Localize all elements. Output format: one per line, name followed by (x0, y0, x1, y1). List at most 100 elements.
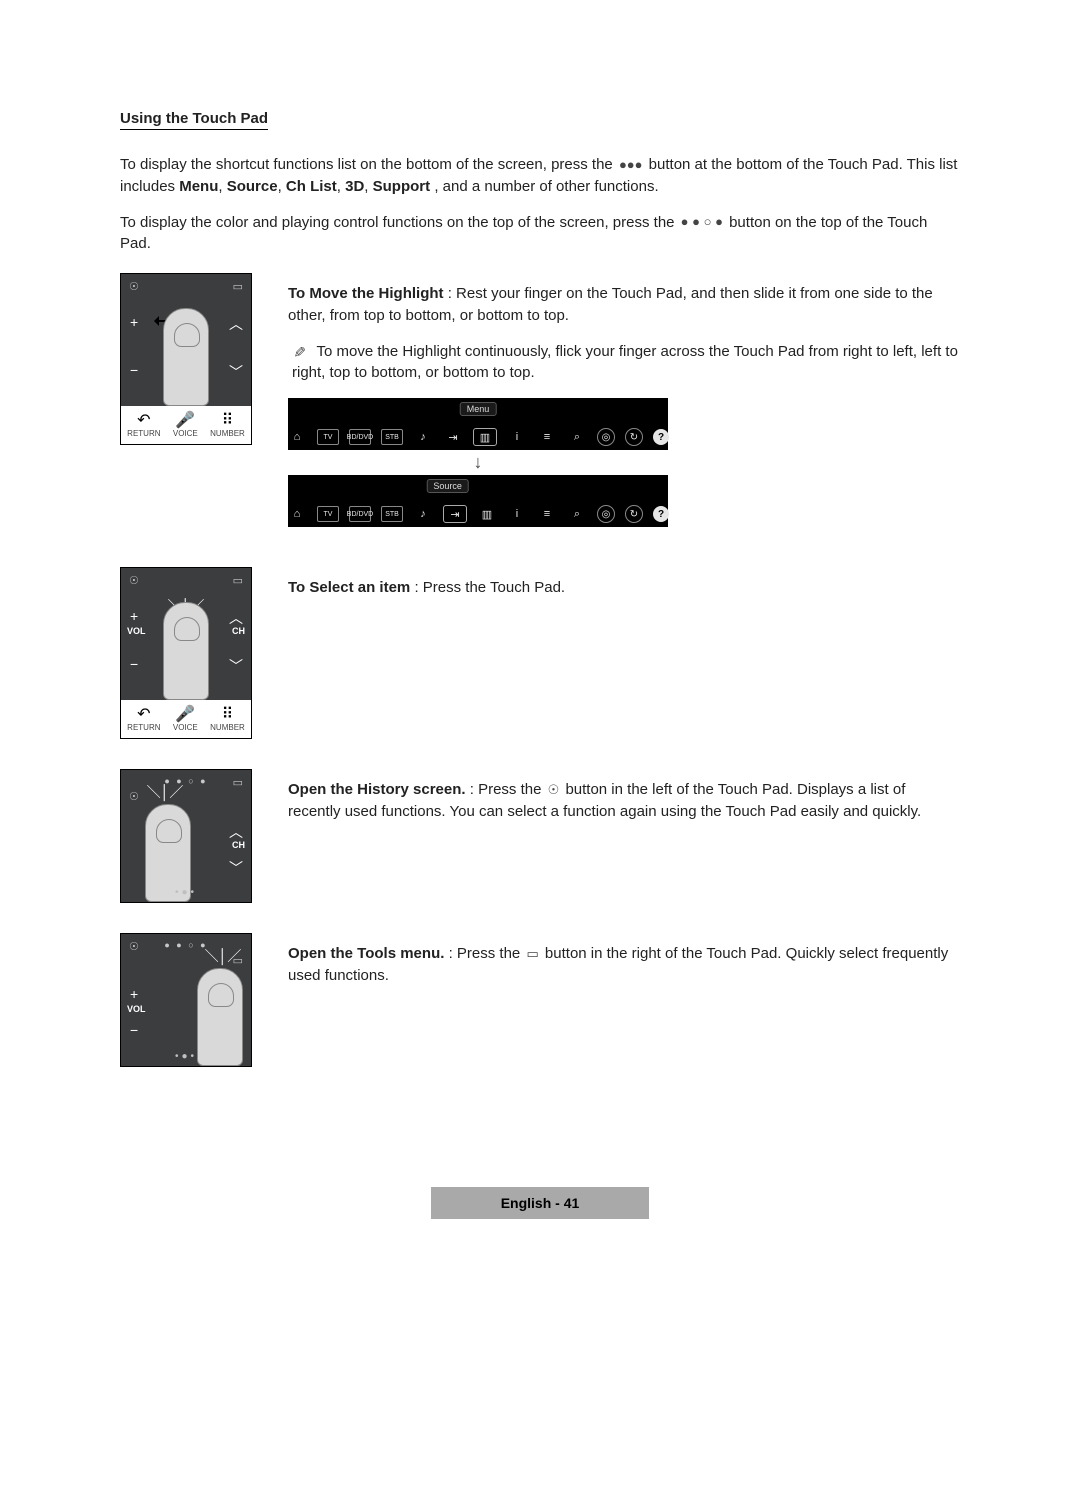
locate-icon: ◎ (597, 505, 615, 523)
source-icon: ⇥ (443, 430, 463, 444)
touchpad-illustration-history: ● ● ○ ● ☉ ▭ ︿ CH ﹀ ＼│／ •●• (120, 769, 252, 903)
chevron-down-icon: ﹀ (229, 656, 243, 676)
tools-button-icon: ▭ (524, 945, 540, 964)
number-icon: ⠿ (210, 707, 245, 723)
intro-paragraph-1: To display the shortcut functions list o… (120, 154, 960, 198)
source-icon-selected: ⇥ (443, 505, 467, 523)
section-heading: Using the Touch Pad (120, 110, 268, 130)
chlist-icon: ≡ (537, 507, 557, 521)
bddvd-icon: BD/DVD (349, 429, 371, 445)
touchpad-illustration-select: ☉ ▭ + − ︿ ﹀ VOL CH ＼│／ ↶RETURN 🎤VOICE ⠿N… (120, 567, 252, 739)
shortcut-bar-menu: Menu ⌂ TV BD/DVD STB ♪ ⇥ ▥ i ≡ ⌕ ◎ ↻ (288, 398, 668, 527)
note-icon (292, 343, 313, 360)
toolbar-label-source: Source (426, 479, 469, 493)
plus-icon: + (130, 608, 138, 624)
minus-icon: − (130, 656, 138, 672)
locate-icon: ◎ (597, 428, 615, 446)
return-text: RETURN (127, 429, 160, 438)
smarthub-icon: ⌂ (287, 507, 307, 521)
voice-icon: 🎤 (173, 413, 198, 429)
ch-label: CH (232, 626, 245, 636)
chlist-icon: ≡ (537, 430, 557, 444)
number-button: ⠿NUMBER (210, 413, 245, 438)
three-d-label: 3D (345, 178, 364, 195)
tv-icon: TV (317, 506, 339, 522)
history-icon: ☉ (129, 940, 139, 953)
stb-icon: STB (381, 506, 403, 522)
info-icon: i (507, 430, 527, 444)
finger-icon (197, 968, 243, 1066)
menu-label: Menu (179, 178, 218, 195)
tv-icon: TV (317, 429, 339, 445)
chevron-down-icon: ﹀ (229, 362, 243, 382)
tools-icon: ▭ (233, 776, 243, 789)
help-icon: ? (653, 429, 669, 445)
vol-label: VOL (127, 1004, 146, 1014)
refresh-icon: ↻ (625, 505, 643, 523)
top-dots-icon: ● ● ○ ● (164, 940, 207, 950)
number-text: NUMBER (210, 429, 245, 438)
history-title: Open the History screen. (288, 781, 466, 798)
touchpad-illustration-tools: ● ● ○ ● ☉ ▭ + VOL − ＼│／ •●• (120, 933, 252, 1067)
chlist-label: Ch List (286, 178, 337, 195)
plus-icon: + (130, 314, 138, 330)
select-item-title: To Select an item (288, 579, 410, 596)
voice-icon: 🎤 (173, 707, 198, 723)
arrow-down-icon: ↓ (288, 450, 668, 475)
voice-button: 🎤VOICE (173, 707, 198, 732)
info-icon: i (507, 507, 527, 521)
finger-icon (163, 602, 209, 700)
number-icon: ⠿ (210, 413, 245, 429)
minus-icon: − (130, 362, 138, 378)
voice-text: VOICE (173, 429, 198, 438)
color-control-button-icon: ● ● ○ ● (679, 213, 725, 232)
search-icon: ⌕ (567, 430, 587, 444)
move-highlight-paragraph: To Move the Highlight : Rest your finger… (288, 283, 960, 327)
smarthub-icon: ⌂ (287, 430, 307, 444)
chevron-up-icon: ︿ (229, 822, 243, 842)
number-button: ⠿NUMBER (210, 707, 245, 732)
voice-button: 🎤VOICE (173, 413, 198, 438)
voice-text: VOICE (173, 723, 198, 732)
chevron-up-icon: ︿ (229, 314, 243, 334)
tools-paragraph: Open the Tools menu. : Press the ▭ butto… (288, 943, 960, 987)
return-text: RETURN (127, 723, 160, 732)
bottom-dots-icon: •●• (175, 887, 197, 898)
history-icon: ☉ (129, 790, 139, 803)
return-button: ↶RETURN (127, 707, 160, 732)
support-label: Support (373, 178, 431, 195)
bddvd-icon: BD/DVD (349, 506, 371, 522)
chevron-up-icon: ︿ (229, 608, 243, 628)
menu-icon-selected: ▥ (473, 428, 497, 446)
menu-icon: ▥ (477, 507, 497, 521)
plus-icon: + (130, 986, 138, 1002)
tap-indicator-icon: ＼│／ (145, 782, 185, 802)
text: To display the color and playing control… (120, 214, 679, 231)
tools-icon: ▭ (233, 280, 243, 293)
audio-icon: ♪ (413, 507, 433, 521)
number-text: NUMBER (210, 723, 245, 732)
text: To move the Highlight continuously, flic… (292, 343, 958, 382)
text: : Press the Touch Pad. (414, 579, 565, 596)
page-number: English - 41 (431, 1187, 650, 1219)
toolbar-label-menu: Menu (460, 402, 497, 416)
history-button-icon: ☉ (546, 781, 562, 800)
tools-icon: ▭ (233, 574, 243, 587)
return-icon: ↶ (127, 413, 160, 429)
text: : Press the (470, 781, 546, 798)
finger-icon (163, 308, 209, 406)
return-button: ↶RETURN (127, 413, 160, 438)
refresh-icon: ↻ (625, 428, 643, 446)
history-icon: ☉ (129, 574, 139, 587)
touchpad-illustration-move: ☉ ▭ + − ︿ ﹀ VOL CH ↶RETURN 🎤VOICE ⠿NUMBE… (120, 273, 252, 445)
shortcut-button-icon: ●●● (617, 156, 645, 175)
return-icon: ↶ (127, 707, 160, 723)
history-icon: ☉ (129, 280, 139, 293)
bottom-dots-icon: •●• (175, 1051, 197, 1062)
text: To display the shortcut functions list o… (120, 156, 617, 173)
move-highlight-note: To move the Highlight continuously, flic… (288, 341, 960, 385)
source-label: Source (227, 178, 278, 195)
text: , and a number of other functions. (434, 178, 658, 195)
page-footer: English - 41 (120, 1187, 960, 1219)
minus-icon: − (130, 1022, 138, 1038)
